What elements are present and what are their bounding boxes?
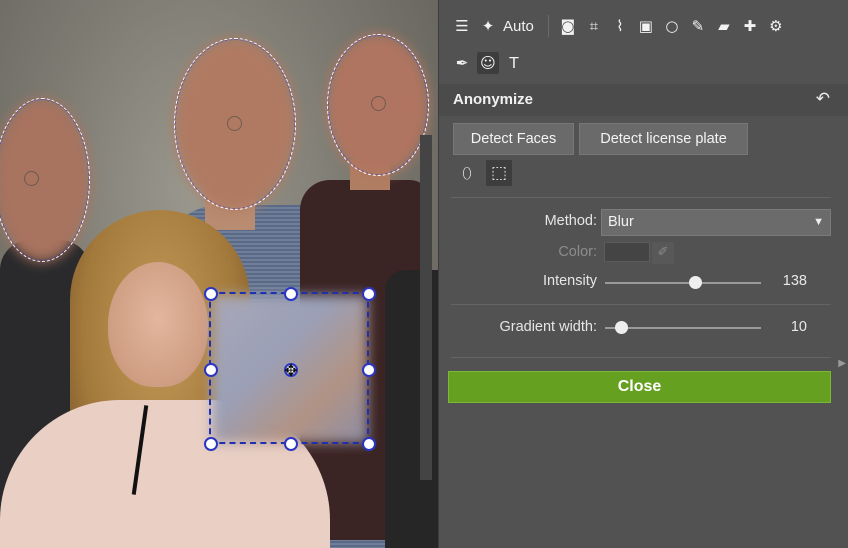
brush-icon[interactable]: ✎ (687, 15, 709, 37)
intensity-slider-track[interactable] (605, 282, 761, 284)
detect-faces-button[interactable]: Detect Faces (453, 123, 574, 155)
woman-face (108, 262, 208, 387)
bandage-icon[interactable]: ✚ (739, 15, 761, 37)
divider (451, 197, 831, 198)
method-select[interactable]: Blur ▼ (601, 209, 831, 236)
gradient-width-value: 10 (790, 319, 807, 335)
eraser-icon[interactable]: ▰ (713, 15, 735, 37)
move-cursor-icon: ✥ (284, 361, 298, 380)
ellipse-selection-icon[interactable]: ⬯ (454, 160, 480, 186)
crop-icon[interactable]: ⌗ (583, 15, 605, 37)
method-value: Blur (608, 214, 634, 230)
toolbar-row-1: ☰ ✦ Auto ◙ ⌗ ⌇ ▣ ○ ✎ ▰ ✚ ⚙ (449, 8, 789, 44)
face-center-marker[interactable] (227, 116, 242, 131)
face-center-marker[interactable] (371, 96, 386, 111)
selection-handle-middle-left[interactable] (204, 363, 218, 377)
toolbar-row-2: ✒ ☺ T (449, 45, 527, 81)
toolbar-separator (547, 15, 549, 37)
selection-handle-top-right[interactable] (362, 287, 376, 301)
text-box-icon[interactable]: ▣ (635, 15, 657, 37)
circle-icon[interactable]: ○ (661, 15, 683, 37)
divider (451, 304, 831, 305)
gradient-width-label: Gradient width: (499, 319, 597, 335)
intensity-label: Intensity (543, 273, 597, 289)
selection-handle-top-center[interactable] (284, 287, 298, 301)
auto-button[interactable]: Auto (503, 18, 534, 35)
text-tool-icon[interactable]: T (503, 52, 525, 74)
anonymize-mask-icon[interactable]: ☺ (477, 52, 499, 74)
face-center-marker[interactable] (24, 171, 39, 186)
selection-handle-bottom-right[interactable] (362, 437, 376, 451)
photo-canvas[interactable]: ✥ (0, 0, 438, 548)
selection-handle-bottom-left[interactable] (204, 437, 218, 451)
eyedropper-icon[interactable]: ✐ (652, 242, 674, 264)
face-selection-ellipse[interactable] (0, 98, 90, 262)
divider (451, 357, 831, 358)
tool-panel: ☰ ✦ Auto ◙ ⌗ ⌇ ▣ ○ ✎ ▰ ✚ ⚙ ✒ ☺ T Anonymi… (438, 0, 848, 548)
adjustments-icon[interactable]: ☰ (451, 15, 473, 37)
selection-handle-top-left[interactable] (204, 287, 218, 301)
detect-license-plate-button[interactable]: Detect license plate (579, 123, 748, 155)
rect-selection-icon[interactable]: ⬚ (486, 160, 512, 186)
gradient-slider-knob[interactable] (614, 321, 628, 334)
chevron-down-icon: ▼ (813, 216, 824, 228)
section-header: Anonymize ↶ (439, 84, 848, 116)
section-title: Anonymize (453, 91, 534, 108)
intensity-value: 138 (782, 273, 807, 289)
scrollbar[interactable] (420, 135, 432, 480)
camera-icon[interactable]: ◙ (557, 15, 579, 37)
expand-arrow-icon[interactable]: ▶ (838, 358, 846, 369)
undo-icon[interactable]: ↶ (816, 89, 830, 109)
perspective-icon[interactable]: ⌇ (609, 15, 631, 37)
method-label: Method: (544, 213, 597, 229)
selection-handle-bottom-center[interactable] (284, 437, 298, 451)
magic-wand-icon[interactable]: ✦ (477, 15, 499, 37)
app-window: ✥ ☰ ✦ Auto ◙ ⌗ ⌇ ▣ ○ ✎ ▰ ✚ ⚙ ✒ ☺ T Anony… (0, 0, 848, 548)
color-swatch[interactable] (604, 242, 650, 262)
selection-handle-middle-right[interactable] (362, 363, 376, 377)
gear-icon[interactable]: ⚙ (765, 15, 787, 37)
close-button[interactable]: Close (448, 371, 831, 403)
color-label: Color: (558, 244, 597, 260)
intensity-slider-knob[interactable] (689, 276, 703, 289)
gradient-slider-track[interactable] (605, 327, 761, 329)
pen-icon[interactable]: ✒ (451, 52, 473, 74)
